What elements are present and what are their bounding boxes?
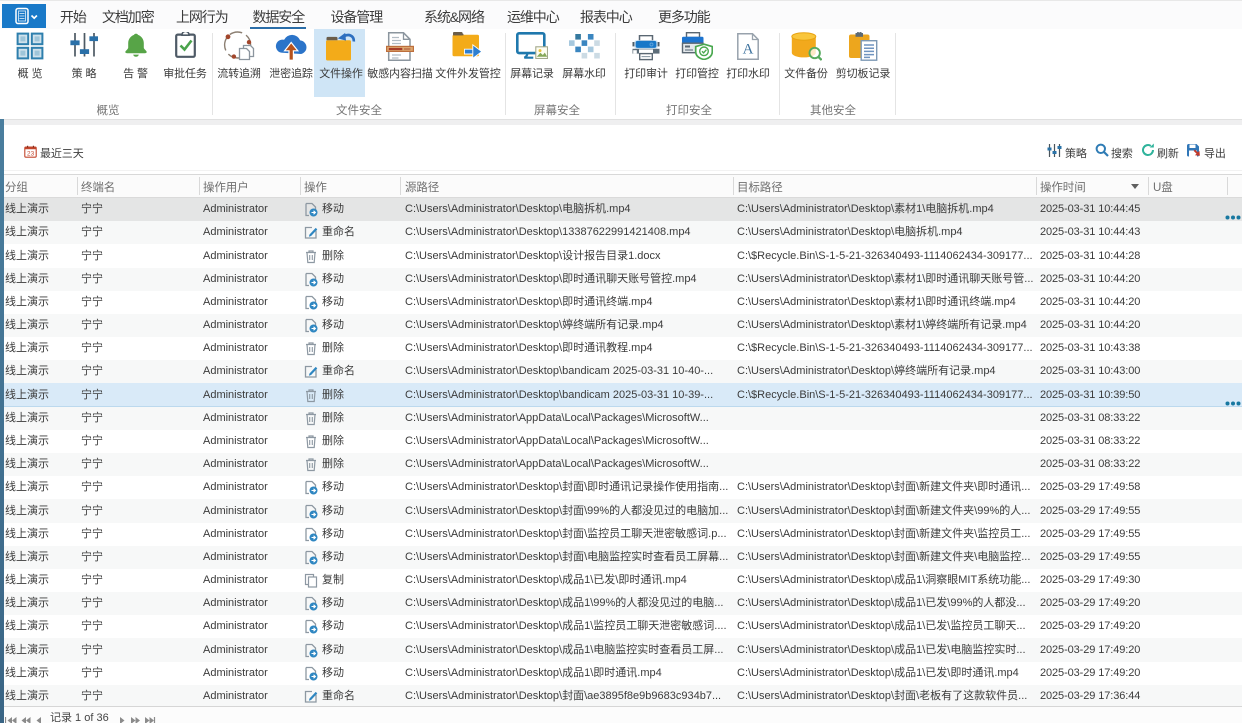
- svg-text:A: A: [743, 41, 754, 57]
- svg-text:23: 23: [27, 151, 35, 158]
